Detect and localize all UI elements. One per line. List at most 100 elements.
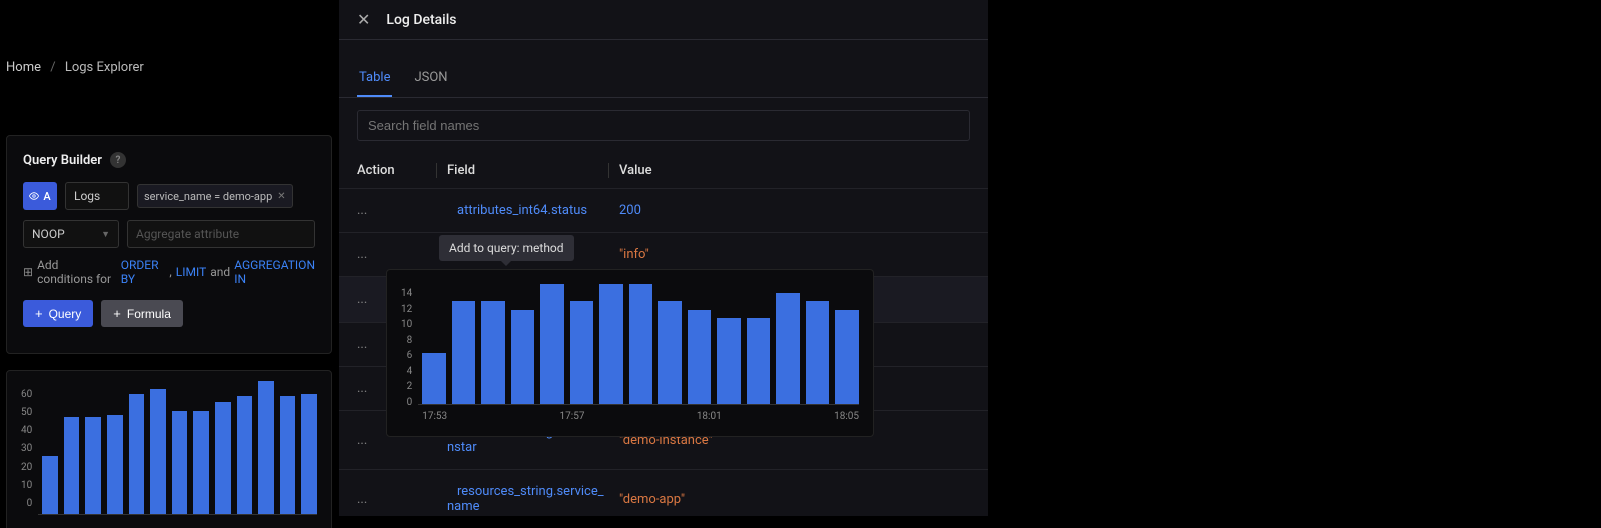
filter-chip[interactable]: service_name = demo-app ✕ <box>137 184 293 208</box>
breadcrumb-current: Logs Explorer <box>65 60 144 75</box>
bar <box>658 301 682 404</box>
cond-prefix: Add conditions for <box>37 258 117 286</box>
bar <box>806 301 830 404</box>
source-select[interactable]: Logs <box>65 182 129 210</box>
chart-left: 6050403020100 <box>6 370 332 528</box>
bar <box>64 417 80 514</box>
field-value: 200 <box>609 203 970 218</box>
filter-chip-label: service_name = demo-app <box>144 190 272 203</box>
y-tick: 0 <box>27 498 33 509</box>
breadcrumb-home[interactable]: Home <box>6 60 41 75</box>
chip-remove-icon[interactable]: ✕ <box>277 191 285 202</box>
bar <box>85 417 101 514</box>
bar <box>237 396 253 514</box>
tooltip: Add to query: method <box>439 235 574 261</box>
chart-bars <box>38 385 317 515</box>
bar <box>717 318 741 404</box>
bar <box>172 411 188 514</box>
y-tick: 40 <box>21 425 32 436</box>
bar <box>629 284 653 404</box>
y-tick: 20 <box>21 462 32 473</box>
plus-icon: + <box>113 306 121 321</box>
query-index-badge[interactable]: A <box>23 182 57 210</box>
breadcrumb: Home / Logs Explorer <box>0 0 338 75</box>
tab-table[interactable]: Table <box>357 60 392 97</box>
table-header: Action Field Value <box>339 153 988 188</box>
conditions-row[interactable]: ⊞ Add conditions for ORDER BY, LIMIT and… <box>23 258 315 286</box>
y-tick: 10 <box>401 319 412 330</box>
col-value-header: Value <box>609 163 970 178</box>
action-menu[interactable]: ... <box>357 247 437 262</box>
bar <box>747 318 771 404</box>
bar <box>215 402 231 514</box>
field-name[interactable]: attributes_int64.status <box>447 203 587 218</box>
bar <box>280 396 296 514</box>
x-tick: 18:05 <box>834 411 859 422</box>
bar <box>599 284 623 404</box>
y-tick: 8 <box>407 335 413 346</box>
y-tick: 14 <box>401 288 412 299</box>
tab-json[interactable]: JSON <box>412 60 449 97</box>
aggregation-select[interactable]: NOOP ▼ <box>23 220 119 248</box>
aggregate-attribute-input[interactable]: Aggregate attribute <box>127 220 315 248</box>
plus-square-icon: ⊞ <box>23 265 33 279</box>
y-tick: 50 <box>21 407 32 418</box>
bar <box>776 293 800 404</box>
col-field-header: Field <box>437 163 609 178</box>
x-axis: 17:5317:5718:0118:05 <box>418 405 859 422</box>
modal-title: Log Details <box>386 12 456 28</box>
action-menu[interactable]: ... <box>357 203 437 218</box>
col-action-header: Action <box>357 163 437 178</box>
y-tick: 4 <box>407 366 413 377</box>
agg-label: NOOP <box>32 227 65 241</box>
query-button[interactable]: + Query <box>23 300 93 327</box>
cond-and: and <box>210 265 230 279</box>
cond-aggint: AGGREGATION IN <box>234 258 315 286</box>
field-value: "demo-app" <box>609 492 970 507</box>
formula-btn-label: Formula <box>127 307 171 321</box>
action-menu[interactable]: ... <box>357 492 437 507</box>
y-tick: 12 <box>401 304 412 315</box>
query-btn-label: Query <box>49 307 82 321</box>
y-tick: 10 <box>21 480 32 491</box>
bar <box>452 301 476 404</box>
query-idx-label: A <box>43 190 50 203</box>
table-row[interactable]: ... attributes_int64.status 200 <box>339 188 988 232</box>
chart-bars <box>418 284 859 405</box>
cond-orderby: ORDER BY <box>121 258 166 286</box>
cond-limit: LIMIT <box>176 265 206 279</box>
y-tick: 30 <box>21 443 32 454</box>
close-icon[interactable]: ✕ <box>357 10 370 29</box>
qb-title: Query Builder <box>23 153 102 168</box>
bar <box>570 301 594 404</box>
eye-icon <box>29 191 39 201</box>
y-tick: 0 <box>407 397 413 408</box>
chevron-down-icon: ▼ <box>101 229 110 240</box>
help-icon[interactable]: ? <box>110 152 126 168</box>
table-row[interactable]: ... resources_string.service_name "demo-ap… <box>339 469 988 528</box>
x-tick: 17:53 <box>422 411 447 422</box>
breadcrumb-sep: / <box>50 60 55 75</box>
bar <box>481 301 505 404</box>
y-axis: 6050403020100 <box>21 389 38 509</box>
bar <box>511 310 535 404</box>
bar <box>688 310 712 404</box>
bar <box>150 389 166 514</box>
log-details-modal: ✕ Log Details Table JSON Action Field Va… <box>338 0 989 516</box>
formula-button[interactable]: + Formula <box>101 300 183 327</box>
field-name[interactable]: resources_string.service_name <box>447 484 604 514</box>
bar <box>301 394 317 514</box>
x-tick: 17:57 <box>560 411 585 422</box>
bar <box>129 394 145 514</box>
bar <box>258 381 274 514</box>
bar <box>42 456 58 514</box>
y-tick: 6 <box>407 350 413 361</box>
field-value: "info" <box>609 247 970 262</box>
query-builder-left: Query Builder ? A Logs service_name = de… <box>6 135 332 354</box>
plus-icon: + <box>35 306 43 321</box>
bar <box>193 411 209 514</box>
y-tick: 2 <box>407 381 413 392</box>
y-axis: 14 12 10 8 6 4 2 0 <box>401 288 418 408</box>
search-field-input[interactable] <box>357 110 970 141</box>
chart-right: 14121086420 17:5317:5718:0118:05 <box>386 269 874 437</box>
